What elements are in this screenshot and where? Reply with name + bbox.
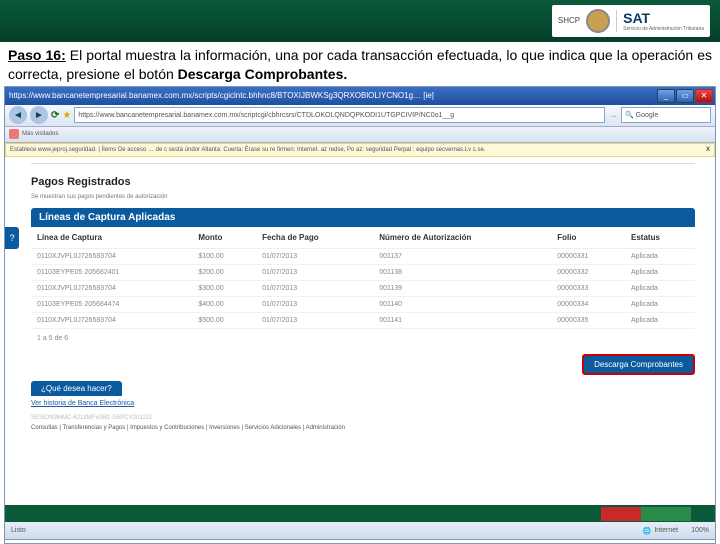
- table-row[interactable]: 0110XJVPL0J726583704$500.0001/07/2013001…: [31, 312, 695, 328]
- infobar-close-icon[interactable]: X: [706, 147, 710, 153]
- table-row[interactable]: 0110XJVPL0J726583704$100.0001/07/2013001…: [31, 248, 695, 264]
- window-buttons: _ ▭ ✕: [657, 89, 713, 103]
- col-linea: Línea de Captura: [31, 227, 192, 249]
- instruction-text: Paso 16: El portal muestra la informació…: [0, 42, 720, 86]
- table-row[interactable]: 0110XJVPL0J726583704$300.0001/07/2013001…: [31, 280, 695, 296]
- table-header-row: Línea de Captura Monto Fecha de Pago Núm…: [31, 227, 695, 249]
- zoom-level[interactable]: 100%: [691, 527, 709, 534]
- help-side-tab[interactable]: ?: [5, 227, 19, 249]
- footer-nav[interactable]: Consultas | Transferencias y Pagos | Imp…: [31, 425, 695, 433]
- slide-header: SHCP SAT Servicio de Administración Trib…: [0, 0, 720, 42]
- descarga-comprobantes-button[interactable]: Descarga Comprobantes: [582, 354, 695, 375]
- status-right: 🌐 Internet 100%: [643, 527, 709, 535]
- row-count: 1 a 5 de 6: [31, 329, 695, 348]
- maximize-button[interactable]: ▭: [676, 89, 694, 103]
- sat-subtitle: Servicio de Administración Tributaria: [623, 26, 704, 32]
- internet-zone-icon: 🌐: [643, 527, 652, 535]
- window-title: https://www.bancanetempresarial.banamex.…: [9, 91, 657, 100]
- bookmark-bar[interactable]: Más visitados: [5, 127, 715, 143]
- col-folio: Folio: [551, 227, 625, 249]
- favorite-icon[interactable]: ★: [62, 110, 71, 121]
- close-button[interactable]: ✕: [695, 89, 713, 103]
- pagos-note: Se muestran sus pagos pendientes de auto…: [31, 194, 695, 200]
- go-icon[interactable]: →: [608, 110, 618, 121]
- search-icon: 🔍: [625, 111, 634, 119]
- status-text: Listo: [11, 527, 26, 534]
- shcp-text: SHCP: [558, 17, 580, 25]
- lineas-header: Líneas de Captura Aplicadas: [31, 208, 695, 227]
- address-bar[interactable]: https://www.bancanetempresarial.banamex.…: [74, 107, 605, 123]
- lineas-table: Línea de Captura Monto Fecha de Pago Núm…: [31, 227, 695, 329]
- col-estatus: Estatus: [625, 227, 695, 249]
- help-link[interactable]: Ver historia de Banca Electrónica: [31, 396, 695, 411]
- sat-logo: SAT: [623, 10, 650, 26]
- favicon-icon: [9, 129, 19, 139]
- reload-icon[interactable]: ⟳: [51, 110, 59, 121]
- col-auth: Número de Autorización: [373, 227, 551, 249]
- pagos-title: Pagos Registrados: [31, 176, 695, 188]
- help-block: ¿Qué desea hacer? Ver historia de Banca …: [31, 381, 695, 433]
- forward-button[interactable]: ►: [30, 106, 48, 124]
- security-infobar: Establece www.jeproj.seguridad. | Ítems …: [5, 143, 715, 157]
- slide-footer-accent: [5, 505, 715, 523]
- institution-logos: SHCP SAT Servicio de Administración Trib…: [552, 5, 710, 37]
- table-row[interactable]: 01103EYPE05 205684474$400.0001/07/201300…: [31, 296, 695, 312]
- seal-icon: [586, 9, 610, 33]
- browser-toolbar: ◄ ► ⟳ ★ https://www.bancanetempresarial.…: [5, 105, 715, 127]
- search-input[interactable]: 🔍 Google: [621, 107, 711, 123]
- page-content: Establece www.jeproj.seguridad. | Ítems …: [5, 143, 715, 543]
- session-id: SESION36IMC-6218MFxGB1-G5PCV201211: [31, 415, 695, 421]
- col-monto: Monto: [192, 227, 256, 249]
- window-titlebar[interactable]: https://www.bancanetempresarial.banamex.…: [5, 87, 715, 105]
- minimize-button[interactable]: _: [657, 89, 675, 103]
- browser-window: https://www.bancanetempresarial.banamex.…: [4, 86, 716, 544]
- col-fecha: Fecha de Pago: [256, 227, 373, 249]
- help-label[interactable]: ¿Qué desea hacer?: [31, 381, 122, 396]
- table-row[interactable]: 01103EYPE05 205682401$200.0001/07/201300…: [31, 264, 695, 280]
- browser-statusbar: Listo 🌐 Internet 100%: [4, 522, 716, 540]
- back-button[interactable]: ◄: [9, 106, 27, 124]
